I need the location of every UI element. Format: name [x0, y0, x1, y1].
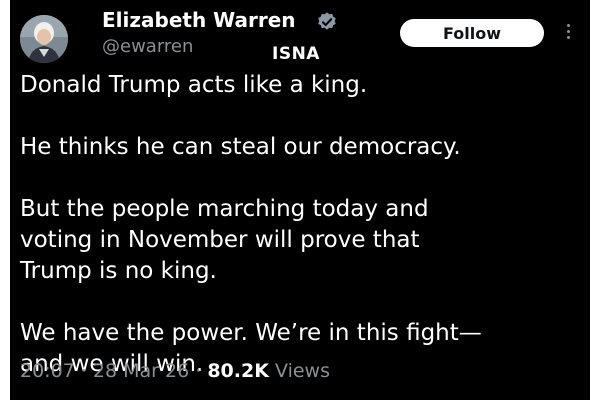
tweet-text: Donald Trump acts like a king. He thinks…: [20, 70, 580, 400]
avatar[interactable]: [20, 15, 68, 63]
tweet-card: Elizabeth Warren @ewarren ISNA Follow Do…: [10, 0, 590, 400]
tweet-paragraph: Donald Trump acts like a king.: [20, 72, 368, 98]
tweet-metadata: 20:07 · 28 Mar 26 · 80.2K Views: [20, 360, 330, 382]
avatar-image: [20, 15, 68, 63]
separator: ·: [80, 360, 87, 382]
follow-button[interactable]: Follow: [400, 19, 544, 47]
author-name[interactable]: Elizabeth Warren: [102, 8, 296, 32]
verified-badge-icon: [318, 12, 336, 30]
separator: ·: [195, 360, 202, 382]
tweet-paragraph: But the people marching today and voting…: [20, 196, 429, 284]
author-handle[interactable]: @ewarren: [102, 36, 193, 57]
tweet-paragraph: He thinks he can steal our democracy.: [20, 134, 461, 160]
views-label: Views: [274, 360, 330, 382]
tweet-date[interactable]: 28 Mar 26: [93, 360, 189, 382]
watermark: ISNA: [272, 44, 320, 64]
views-count: 80.2K: [207, 360, 269, 382]
tweet-time[interactable]: 20:07: [20, 360, 75, 382]
more-vertical-icon[interactable]: [565, 24, 571, 42]
